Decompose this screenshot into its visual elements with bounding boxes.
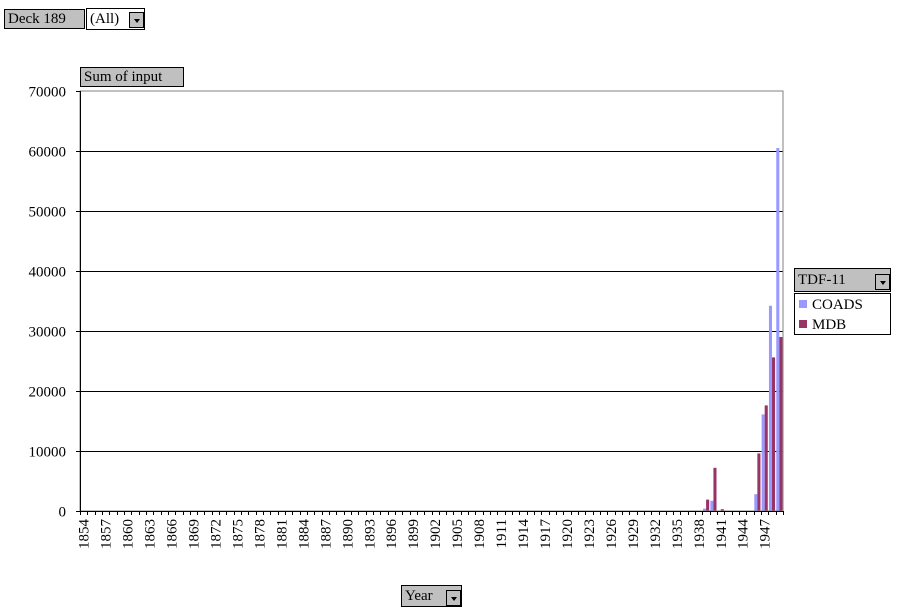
x-tick-label: 1881 [274,519,290,549]
x-tick-label: 1917 [538,519,554,550]
bar-mdb [757,453,761,511]
y-tick-label: 20000 [29,385,67,401]
bar-coads [754,494,758,511]
chevron-down-icon[interactable] [446,590,461,606]
x-tick-label: 1890 [340,519,356,549]
series-field-label: TDF-11 [798,272,846,288]
x-tick-label: 1920 [560,519,576,549]
bar-coads [761,414,765,511]
x-tick-label: 1911 [494,519,510,548]
x-tick-label: 1914 [516,519,532,550]
x-tick-label: 1905 [450,519,466,549]
x-tick-label: 1896 [384,519,400,550]
x-tick-label: 1854 [77,519,93,550]
x-tick-label: 1899 [406,519,422,549]
legend: COADS MDB [794,293,891,335]
gridlines [80,151,783,452]
x-tick-label: 1929 [626,519,642,549]
x-tick-label: 1869 [187,519,203,549]
x-tick-label: 1875 [230,519,246,549]
legend-item-mdb: MDB [799,316,846,334]
chart: 0 10000 20000 30000 40000 50000 60000 70000 1854… [29,85,784,550]
bars [703,148,783,511]
bar-mdb [713,467,717,511]
x-tick-label: 1908 [472,519,488,549]
x-tick-label: 1902 [428,519,444,549]
x-tick-label: 1893 [362,519,378,549]
bar-mdb [772,357,776,511]
x-tick-label: 1941 [714,519,730,549]
x-tick-label: 1872 [208,519,224,549]
bar-coads [776,148,780,511]
y-tick-label: 0 [59,505,67,521]
y-tick-label: 50000 [29,205,67,221]
legend-label: COADS [812,297,863,313]
chevron-down-icon[interactable] [875,274,890,290]
x-tick-label: 1857 [99,519,115,550]
x-tick-label: 1863 [143,519,159,549]
y-tick-label: 10000 [29,445,67,461]
x-tick-label: 1884 [296,519,312,550]
bar-mdb [706,499,710,511]
y-tick-label: 30000 [29,325,67,341]
legend-swatch [799,300,807,308]
category-field-label: Year [405,588,433,604]
x-tick-label: 1926 [604,519,620,550]
x-tick-label: 1878 [252,519,268,549]
y-tick-label: 70000 [29,85,67,101]
x-tick-label: 1887 [318,519,334,550]
x-tick-label: 1923 [582,519,598,549]
y-tick-label: 60000 [29,145,67,161]
x-tick-label: 1932 [648,519,664,549]
x-tick-label: 1935 [670,519,686,549]
x-tick-label: 1944 [736,519,752,550]
bar-coads [768,305,773,511]
y-tick-label: 40000 [29,265,67,281]
legend-item-coads: COADS [799,296,863,314]
legend-swatch [799,320,807,328]
category-field-button[interactable]: Year [401,585,462,607]
x-tick-label: 1860 [121,519,137,549]
series-field-button[interactable]: TDF-11 [794,268,891,292]
plot-area-border [79,90,784,512]
bar-mdb [779,337,783,511]
x-tick-label: 1938 [692,519,708,549]
bar-coads [710,500,714,511]
axes: 0 10000 20000 30000 40000 50000 60000 70000 1854… [29,85,784,550]
x-tick-label: 1947 [758,519,774,550]
x-tick-label: 1866 [165,519,181,550]
legend-label: MDB [812,317,847,333]
bar-mdb [764,405,768,511]
